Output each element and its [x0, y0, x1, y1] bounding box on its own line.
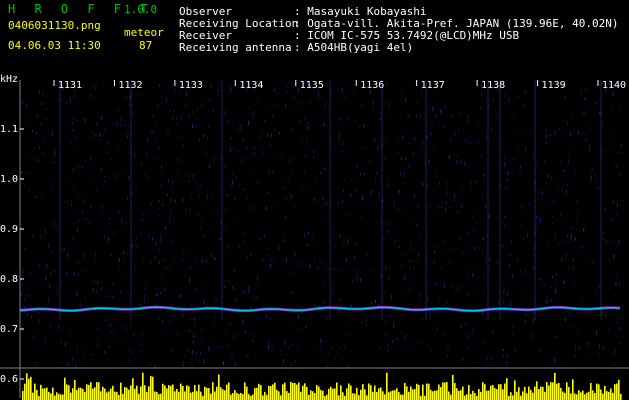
- echo-bars: [22, 372, 622, 400]
- hrofft-window: H R O F F T 1.0.0 0406031130.png 04.06.0…: [0, 0, 629, 400]
- y-tick-label: 0.8: [0, 274, 19, 285]
- x-tick-label: 1136: [360, 80, 385, 91]
- x-tick-label: 1134: [239, 80, 264, 91]
- y-tick-label: 1.0: [0, 174, 19, 185]
- x-tick-label: 1135: [299, 80, 324, 91]
- x-tick-label: 1139: [541, 80, 566, 91]
- y-axis-unit: kHz: [0, 74, 19, 85]
- spectrogram: [0, 80, 629, 400]
- x-tick-label: 1132: [118, 80, 143, 91]
- x-tick-label: 1133: [178, 80, 203, 91]
- x-tick-label: 1131: [58, 80, 83, 91]
- x-tick-label: 1137: [420, 80, 445, 91]
- y-tick-label: 0.9: [0, 224, 19, 235]
- x-tick-label: 1138: [481, 80, 506, 91]
- y-tick-label: 1.1: [0, 124, 19, 135]
- y-tick-label: 0.7: [0, 324, 19, 335]
- x-tick-label: 1140: [602, 80, 627, 91]
- noise-field: [20, 82, 623, 369]
- y-tick-label: 0.6: [0, 374, 19, 385]
